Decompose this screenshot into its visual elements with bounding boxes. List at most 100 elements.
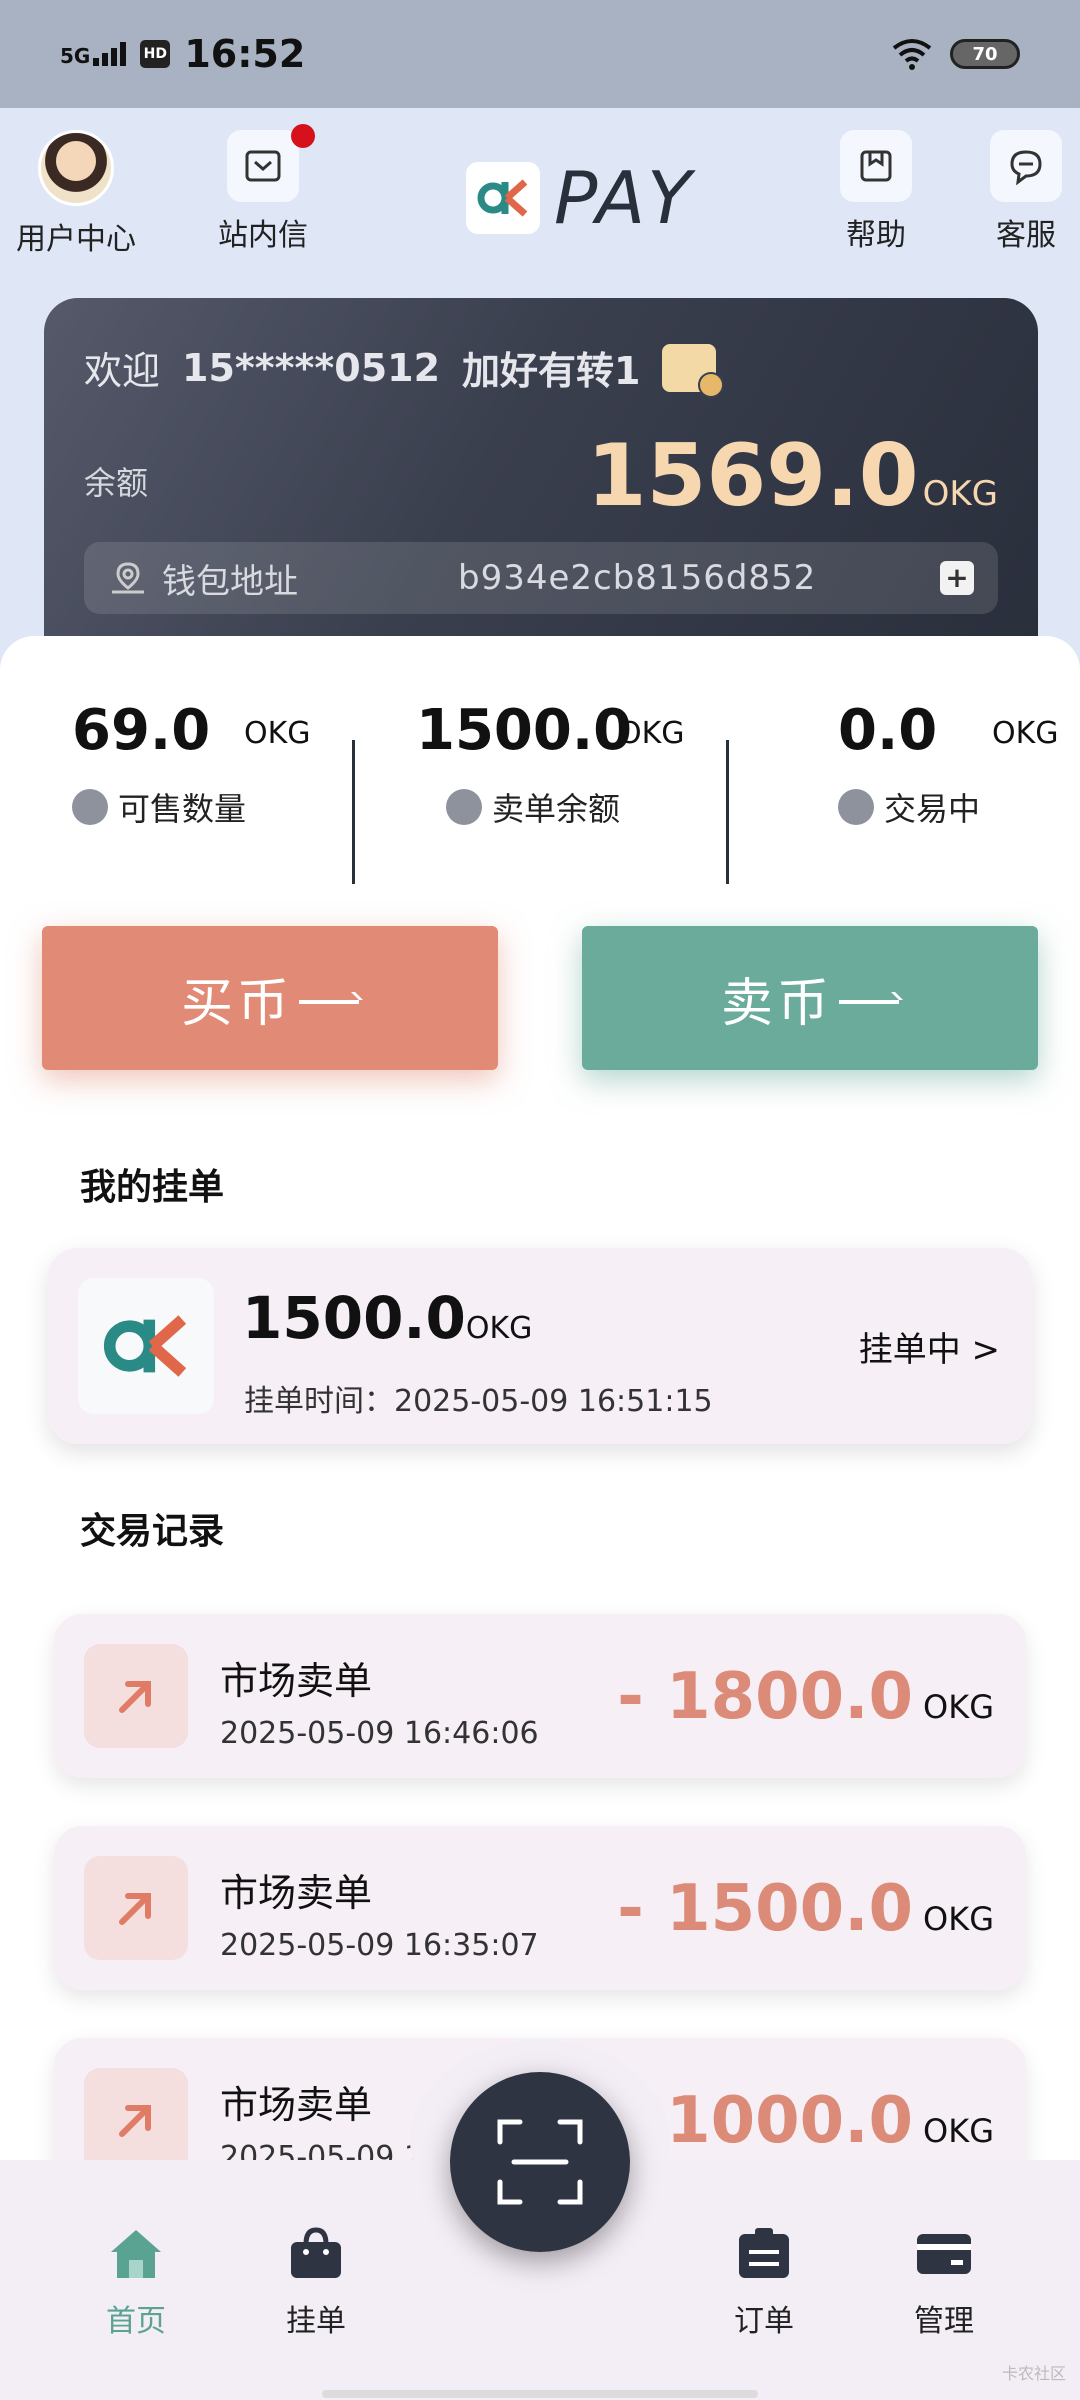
help-button[interactable]: 帮助: [840, 130, 912, 254]
help-label: 帮助: [846, 218, 906, 253]
nav-orders-label: 订单: [734, 2304, 794, 2339]
avatar: [38, 130, 114, 206]
balance-label: 余额: [84, 464, 149, 502]
my-listings-title: 我的挂单: [80, 1167, 225, 1208]
stat-divider: [352, 740, 355, 884]
arrow-up-right-icon: [84, 1644, 188, 1748]
nav-manage[interactable]: 管理: [914, 2226, 974, 2340]
balance-card: 欢迎 15*****0512 加好有转1 余额 1569.0 OKG 钱包地址 …: [44, 298, 1038, 638]
record-unit: OKG: [923, 1688, 994, 1726]
document-icon: [446, 789, 482, 825]
record-amount: - 1500.0 OKG: [617, 1872, 994, 1946]
welcome-text: 欢迎: [84, 349, 161, 393]
nav-home[interactable]: 首页: [106, 2226, 166, 2340]
user-nickname: 加好有转1: [462, 349, 641, 393]
sell-coin-button[interactable]: 卖币: [582, 926, 1038, 1070]
stat-unit: OKG: [618, 716, 685, 751]
clipboard-icon: [739, 2228, 789, 2278]
user-center-button[interactable]: 用户中心: [16, 130, 136, 258]
signal-icon: 5G: [60, 42, 127, 68]
listing-time: 挂单时间：2025-05-09 16:51:15: [244, 1384, 713, 1419]
okpay-logo-icon: [466, 162, 540, 234]
customer-service-button[interactable]: 客服: [990, 130, 1062, 254]
nav-listing[interactable]: 挂单: [286, 2226, 346, 2340]
buy-label: 买币: [180, 973, 293, 1034]
record-title: 市场卖单: [220, 2083, 373, 2127]
network-type: 5G: [60, 44, 91, 68]
balance-value: 1569.0: [586, 426, 919, 526]
stat-value: 1500.0: [416, 698, 633, 763]
okpay-logo-icon: [78, 1278, 214, 1414]
scan-button[interactable]: [450, 2072, 630, 2252]
listing-amount: 1500.0 OKG: [242, 1284, 532, 1352]
nav-listing-label: 挂单: [286, 2304, 346, 2339]
listing-value: 1500.0: [242, 1284, 466, 1352]
balance-unit: OKG: [922, 474, 998, 514]
verified-id-icon: [662, 343, 725, 398]
stat-value: 69.0: [72, 698, 211, 763]
book-icon: [860, 150, 892, 182]
listing-card[interactable]: 1500.0 OKG 挂单时间：2025-05-09 16:51:15 挂单中 …: [48, 1248, 1032, 1444]
status-bar: 5G HD 16:52 70: [0, 0, 1080, 108]
stat-label: 卖单余额: [492, 790, 621, 828]
records-title: 交易记录: [80, 1511, 225, 1552]
arrow-right-icon: [299, 1000, 359, 1004]
stat-unit: OKG: [992, 716, 1059, 751]
inbox-label: 站内信: [218, 218, 308, 253]
app-logo: PAY: [466, 156, 693, 240]
logo-text: PAY: [554, 156, 694, 240]
app-header: 用户中心 站内信 PAY 帮助 客服: [0, 108, 1080, 298]
service-label: 客服: [996, 218, 1056, 253]
inbox-button[interactable]: 站内信: [218, 124, 315, 254]
copy-icon[interactable]: [940, 561, 974, 595]
record-value: - 1500.0: [617, 1872, 914, 1946]
record-time: 2025-05-09 16:35:07: [220, 1928, 539, 1963]
wifi-icon: [892, 39, 932, 70]
buy-coin-button[interactable]: 买币: [42, 926, 498, 1070]
stat-divider: [726, 740, 729, 884]
status-time: 16:52: [184, 32, 306, 76]
coin-icon: [72, 789, 108, 825]
record-title: 市场卖单: [220, 1659, 373, 1703]
location-icon: [112, 562, 144, 594]
record-amount: - 1000.0 OKG: [617, 2084, 994, 2158]
welcome-line: 欢迎 15*****0512 加好有转1: [84, 340, 725, 398]
nav-orders[interactable]: 订单: [734, 2226, 794, 2340]
battery-icon: 70: [950, 39, 1020, 69]
record-time: 2025-05-09 16:46:06: [220, 1716, 539, 1751]
record-item[interactable]: 市场卖单 2025-05-09 16:35:07 - 1500.0 OKG: [54, 1826, 1026, 1990]
nav-home-label: 首页: [106, 2304, 166, 2339]
arrow-up-right-icon: [84, 2068, 188, 2172]
record-item[interactable]: 市场卖单 2025-05-09 16:46:06 - 1800.0 OKG: [54, 1614, 1026, 1778]
balance-amount: 1569.0 OKG: [587, 426, 998, 526]
shopping-bag-icon: [291, 2227, 341, 2278]
listing-status-link[interactable]: 挂单中 >: [859, 1322, 1000, 1371]
sell-label: 卖币: [720, 973, 833, 1034]
chat-icon: [1010, 150, 1042, 186]
record-amount: - 1800.0 OKG: [617, 1660, 994, 1734]
stat-trading: 0.0 OKG 交易中: [838, 686, 1059, 836]
card-icon: [917, 2234, 971, 2274]
record-unit: OKG: [923, 1900, 994, 1938]
record-unit: OKG: [923, 2112, 994, 2150]
unread-dot: [291, 124, 315, 148]
nav-manage-label: 管理: [914, 2304, 974, 2339]
scan-icon: [497, 2119, 583, 2205]
trash-icon: [838, 789, 874, 825]
wallet-address: b934e2cb8156d852: [458, 558, 817, 598]
user-center-label: 用户中心: [16, 222, 136, 257]
mail-icon: [245, 150, 281, 182]
record-value: - 1800.0: [617, 1660, 914, 1734]
arrow-right-icon: [839, 1000, 899, 1004]
home-indicator[interactable]: [322, 2390, 758, 2398]
stat-label: 交易中: [884, 790, 981, 828]
stat-sell-balance: 1500.0 OKG 卖单余额: [416, 686, 686, 836]
wallet-address-row: 钱包地址 b934e2cb8156d852: [84, 542, 998, 614]
watermark: 卡农社区: [1001, 2364, 1066, 2383]
listing-unit: OKG: [465, 1311, 533, 1346]
user-phone: 15*****0512: [182, 345, 441, 390]
stat-sellable: 69.0 OKG 可售数量: [72, 686, 332, 836]
wallet-label: 钱包地址: [162, 561, 298, 602]
stat-label: 可售数量: [118, 790, 247, 828]
record-title: 市场卖单: [220, 1871, 373, 1915]
